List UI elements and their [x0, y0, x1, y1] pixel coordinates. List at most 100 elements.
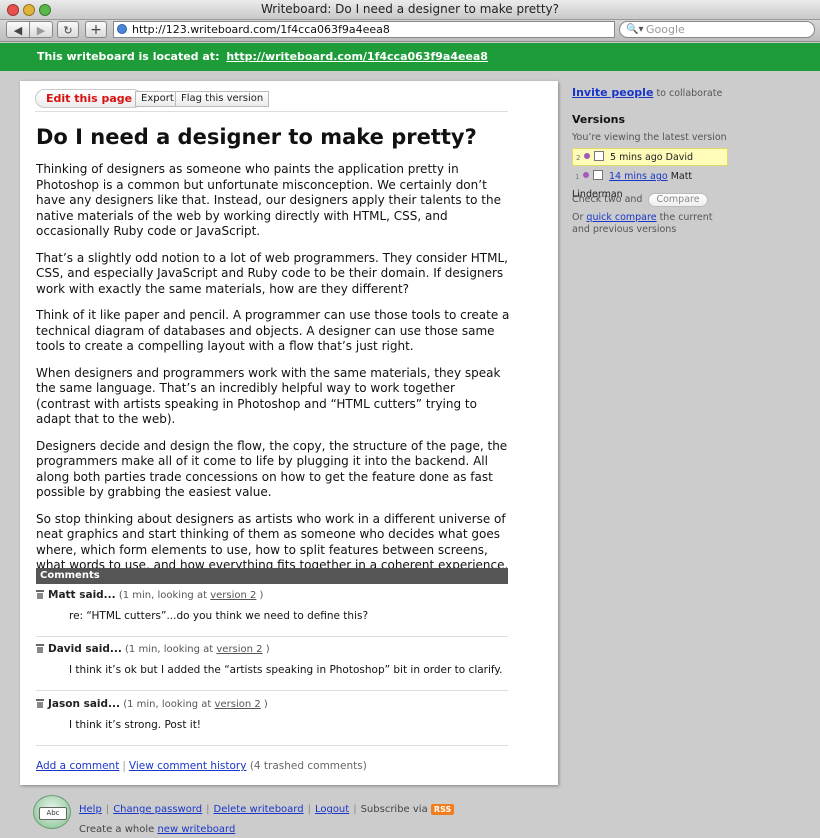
version-time: 5 mins ago	[610, 152, 663, 163]
quick-compare-link[interactable]: quick compare	[586, 212, 656, 223]
comment-author: David said...	[48, 643, 122, 655]
new-writeboard-link[interactable]: new writeboard	[157, 824, 235, 835]
version-row: 1 14 mins ago Matt Linderman	[572, 168, 728, 200]
forward-arrow-icon[interactable]: ▶	[29, 21, 53, 38]
comment-text: I think it’s ok but I added the “artists…	[69, 664, 503, 676]
comment-meta-text: (1 min, looking at	[123, 699, 212, 710]
document-panel: Edit this page Export Flag this version …	[20, 81, 558, 785]
paragraph: Designers decide and design the flow, th…	[36, 438, 508, 500]
or-text: Or	[572, 212, 584, 223]
back-arrow-icon[interactable]: ◀	[6, 21, 30, 38]
invite-suffix: to collaborate	[656, 88, 723, 99]
window-title: Writeboard: Do I need a designer to make…	[260, 2, 560, 16]
version-row: 2 5 mins ago David	[572, 148, 728, 166]
minimize-window-button[interactable]	[23, 4, 35, 16]
search-placeholder: Google	[646, 23, 685, 36]
trashed-count: (4 trashed comments)	[249, 760, 367, 772]
document-body: Thinking of designers as someone who pai…	[36, 162, 512, 585]
paragraph: That’s a slightly odd notion to a lot of…	[36, 250, 508, 296]
comment-item: Jason said... (1 min, looking at version…	[36, 696, 508, 746]
check-two-text: Check two and	[572, 194, 643, 205]
url-text: http://123.writeboard.com/1f4cca063f9a4e…	[132, 23, 390, 36]
comment-text: re: “HTML cutters”...do you think we nee…	[69, 610, 369, 622]
separator: |	[105, 804, 110, 815]
trash-icon[interactable]	[36, 699, 44, 708]
comment-meta-text: (1 min, looking at	[125, 644, 214, 655]
create-prefix: Create a whole	[79, 824, 155, 835]
trash-icon[interactable]	[36, 644, 44, 653]
version-number: 1	[575, 173, 580, 181]
comment-item: David said... (1 min, looking at version…	[36, 641, 508, 691]
comment-meta: (1 min, looking at version 2 )	[119, 590, 264, 601]
help-link[interactable]: Help	[79, 804, 102, 815]
rss-badge[interactable]: RSS	[430, 804, 455, 815]
reload-icon[interactable]: ↻	[57, 21, 79, 38]
paragraph: Think of it like paper and pencil. A pro…	[36, 308, 510, 353]
delete-writeboard-link[interactable]: Delete writeboard	[214, 804, 304, 815]
add-comment-link[interactable]: Add a comment	[36, 760, 119, 772]
separator: |	[353, 804, 357, 815]
comment-header: Jason said... (1 min, looking at version…	[36, 698, 268, 710]
comment-meta-close: )	[263, 699, 268, 710]
quick-compare-note: Or quick compare the current and previou…	[572, 212, 732, 236]
comment-text: I think it’s strong. Post it!	[69, 719, 202, 731]
invite-section: Invite people to collaborate	[572, 86, 722, 99]
logo-text: Abc	[39, 807, 67, 820]
comment-meta: (1 min, looking at version 2 )	[125, 644, 270, 655]
comment-meta-close: )	[259, 590, 264, 601]
version-checkbox[interactable]	[593, 170, 603, 180]
comment-meta: (1 min, looking at version 2 )	[123, 699, 268, 710]
logout-link[interactable]: Logout	[315, 804, 349, 815]
flag-version-button[interactable]: Flag this version	[175, 91, 270, 107]
window-titlebar: Writeboard: Do I need a designer to make…	[0, 0, 820, 20]
paragraph: When designers and programmers work with…	[36, 365, 501, 427]
close-window-button[interactable]	[7, 4, 19, 16]
writeboard-link[interactable]: http://writeboard.com/1f4cca063f9a4eea8	[226, 50, 488, 63]
edit-page-button[interactable]: Edit this page	[35, 89, 144, 108]
footer-links: Help | Change password | Delete writeboard | L…	[79, 804, 455, 815]
version-number: 2	[576, 154, 581, 162]
viewing-note: You’re viewing the latest version	[572, 132, 727, 143]
subscribe-text: Subscribe via	[360, 804, 428, 815]
comment-header: Matt said... (1 min, looking at version …	[36, 589, 263, 601]
separator: |	[122, 760, 126, 772]
comment-actions: Add a comment | View comment history (4 tr…	[36, 760, 367, 772]
comments-heading: Comments	[36, 568, 508, 584]
comment-version-link[interactable]: version 2	[216, 644, 262, 655]
compare-section: Check two and Compare	[572, 193, 708, 207]
compare-button[interactable]: Compare	[648, 193, 708, 207]
comment-version-link[interactable]: version 2	[210, 590, 256, 601]
plus-icon[interactable]: +	[85, 21, 107, 38]
separator: |	[206, 804, 210, 815]
comment-item: Matt said... (1 min, looking at version …	[36, 587, 508, 637]
comment-author: Jason said...	[48, 698, 121, 710]
globe-icon	[117, 24, 127, 34]
comment-author: Matt said...	[48, 589, 116, 601]
banner-text: This writeboard is located at:	[37, 50, 220, 63]
url-input[interactable]: http://123.writeboard.com/1f4cca063f9a4e…	[113, 21, 615, 38]
page-title: Do I need a designer to make pretty?	[36, 125, 477, 149]
export-button[interactable]: Export	[135, 91, 180, 107]
version-author: David	[665, 152, 694, 163]
search-input[interactable]: 🔍▾ Google	[619, 21, 815, 38]
version-checkbox[interactable]	[594, 151, 604, 161]
paragraph: Thinking of designers as someone who pai…	[36, 162, 501, 238]
create-new-row: Create a whole new writeboard	[79, 824, 235, 835]
version-dot-icon	[584, 153, 590, 159]
comment-version-link[interactable]: version 2	[215, 699, 261, 710]
comment-history-link[interactable]: View comment history	[129, 760, 247, 772]
separator: |	[307, 804, 311, 815]
browser-toolbar: ◀ ▶ ↻ + http://123.writeboard.com/1f4cca…	[0, 20, 820, 42]
paragraph: So stop thinking about designers as arti…	[36, 511, 509, 573]
version-time-link[interactable]: 14 mins ago	[609, 171, 668, 182]
writeboard-logo: Abc	[33, 795, 71, 829]
document-actions: Edit this page Export Flag this version	[35, 89, 508, 112]
search-icon: 🔍▾	[626, 24, 644, 35]
comment-meta-close: )	[265, 644, 270, 655]
comment-header: David said... (1 min, looking at version…	[36, 643, 270, 655]
change-password-link[interactable]: Change password	[113, 804, 202, 815]
invite-people-link[interactable]: Invite people	[572, 86, 653, 99]
zoom-window-button[interactable]	[39, 4, 51, 16]
trash-icon[interactable]	[36, 590, 44, 599]
comment-meta-text: (1 min, looking at	[118, 590, 207, 601]
